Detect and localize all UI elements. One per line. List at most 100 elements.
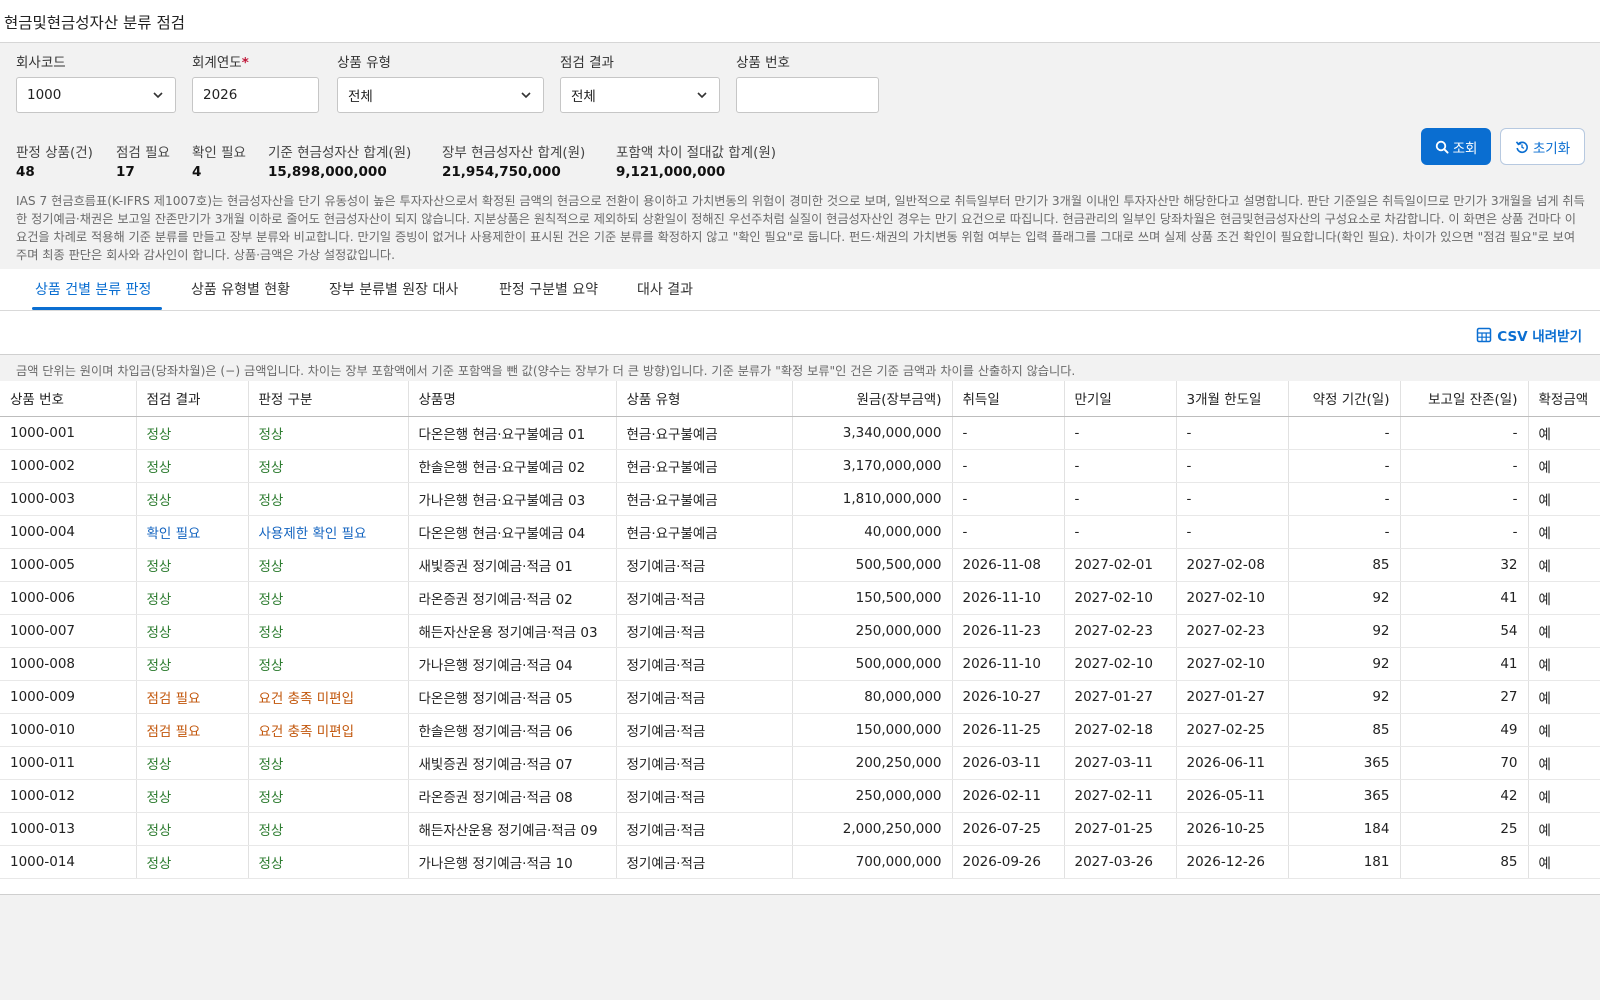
table-row[interactable]: 1000-013 정상 정상 해든자산운용 정기예금·적금 09 정기예금·적금 2,00…	[0, 812, 1600, 846]
tab-judgement-summary[interactable]: 판정 구분별 요약	[499, 279, 598, 299]
remaining-days-cell: -	[1400, 416, 1529, 450]
principal-cell: 250,000,000	[792, 779, 953, 813]
check-result-select[interactable]: 전체	[560, 77, 720, 113]
search-button[interactable]: 조회	[1421, 128, 1491, 165]
limit-date-cell: 2027-02-25	[1176, 713, 1289, 747]
fiscal-year-input[interactable]: 2026	[192, 77, 319, 113]
column-header[interactable]: 판정 구분	[248, 381, 409, 417]
chevron-down-icon	[153, 92, 163, 99]
grid-toolbar: CSV 내려받기	[0, 311, 1600, 355]
column-header[interactable]: 3개월 한도일	[1176, 381, 1289, 417]
column-header[interactable]: 상품 번호	[0, 381, 137, 417]
maturity-date-cell: 2027-02-10	[1064, 581, 1177, 615]
table-row[interactable]: 1000-010 점검 필요 요건 충족 미편입 한솔은행 정기예금·적금 06 정기예…	[0, 713, 1600, 747]
required-mark: *	[241, 55, 249, 71]
fixed-amount-cell: 예	[1528, 779, 1600, 813]
remaining-days-cell: -	[1400, 449, 1529, 483]
principal-cell: 40,000,000	[792, 515, 953, 549]
limit-date-cell: 2026-12-26	[1176, 845, 1289, 879]
fixed-amount-cell: 예	[1528, 548, 1600, 582]
term-days-cell: 181	[1288, 845, 1401, 879]
limit-date-cell: 2026-05-11	[1176, 779, 1289, 813]
acquisition-date-cell: 2026-09-26	[952, 845, 1065, 879]
table-row[interactable]: 1000-003 정상 정상 가나은행 현금·요구불예금 03 현금·요구불예금 1,81…	[0, 482, 1600, 516]
column-header[interactable]: 상품 유형	[616, 381, 793, 417]
table-row[interactable]: 1000-001 정상 정상 다온은행 현금·요구불예금 01 현금·요구불예금 3,34…	[0, 416, 1600, 450]
column-header[interactable]: 만기일	[1064, 381, 1177, 417]
classification-table: 상품 번호 점검 결과 판정 구분 상품명 상품 유형 원금(장부금액) 취득일…	[0, 381, 1600, 879]
principal-cell: 700,000,000	[792, 845, 953, 879]
product-type-select[interactable]: 전체	[337, 77, 544, 113]
remaining-days-cell: -	[1400, 515, 1529, 549]
column-header[interactable]: 보고일 잔존(일)	[1400, 381, 1529, 417]
remaining-days-cell: 70	[1400, 746, 1529, 780]
principal-cell: 150,000,000	[792, 713, 953, 747]
fixed-amount-cell: 예	[1528, 647, 1600, 681]
judgement-cell: 요건 충족 미편입	[248, 680, 409, 714]
reset-button-label: 초기화	[1532, 140, 1571, 157]
limit-date-cell: 2027-02-10	[1176, 647, 1289, 681]
table-row[interactable]: 1000-006 정상 정상 라온증권 정기예금·적금 02 정기예금·적금 150,50…	[0, 581, 1600, 615]
remaining-days-cell: 85	[1400, 845, 1529, 879]
kpi-value: 9,121,000,000	[616, 164, 726, 180]
product-name-cell: 새빛증권 정기예금·적금 01	[408, 548, 617, 582]
fixed-amount-cell: 예	[1528, 449, 1600, 483]
table-row[interactable]: 1000-011 정상 정상 새빛증권 정기예금·적금 07 정기예금·적금 200,25…	[0, 746, 1600, 780]
table-row[interactable]: 1000-009 점검 필요 요건 충족 미편입 다온은행 정기예금·적금 05 정기예…	[0, 680, 1600, 714]
table-row[interactable]: 1000-004 확인 필요 사용제한 확인 필요 다온은행 현금·요구불예금 04 현…	[0, 515, 1600, 549]
tab-type-status[interactable]: 상품 유형별 현황	[191, 279, 290, 299]
kpi-label: 포함액 차이 절대값 합계(원)	[616, 145, 777, 161]
term-days-cell: 365	[1288, 779, 1401, 813]
table-row[interactable]: 1000-012 정상 정상 라온증권 정기예금·적금 08 정기예금·적금 250,00…	[0, 779, 1600, 813]
principal-cell: 1,810,000,000	[792, 482, 953, 516]
column-header[interactable]: 취득일	[952, 381, 1065, 417]
product-no-cell: 1000-010	[0, 713, 137, 747]
term-days-cell: -	[1288, 482, 1401, 516]
table-row[interactable]: 1000-002 정상 정상 한솔은행 현금·요구불예금 02 현금·요구불예금 3,17…	[0, 449, 1600, 483]
tab-reconciliation-result[interactable]: 대사 결과	[637, 279, 693, 299]
table-row[interactable]: 1000-005 정상 정상 새빛증권 정기예금·적금 01 정기예금·적금 500,50…	[0, 548, 1600, 582]
judgement-cell: 요건 충족 미편입	[248, 713, 409, 747]
product-name-cell: 해든자산운용 정기예금·적금 03	[408, 614, 617, 648]
table-row[interactable]: 1000-014 정상 정상 가나은행 정기예금·적금 10 정기예금·적금 700,00…	[0, 845, 1600, 879]
column-header[interactable]: 점검 결과	[136, 381, 249, 417]
table-row[interactable]: 1000-008 정상 정상 가나은행 정기예금·적금 04 정기예금·적금 500,00…	[0, 647, 1600, 681]
judgement-cell: 사용제한 확인 필요	[248, 515, 409, 549]
spreadsheet-icon	[1477, 327, 1492, 343]
column-header[interactable]: 원금(장부금액)	[792, 381, 953, 417]
maturity-date-cell: 2027-02-10	[1064, 647, 1177, 681]
term-days-cell: 85	[1288, 548, 1401, 582]
reset-button[interactable]: 초기화	[1500, 128, 1585, 165]
product-type-cell: 정기예금·적금	[616, 746, 793, 780]
column-header[interactable]: 약정 기간(일)	[1288, 381, 1401, 417]
reset-icon	[1515, 140, 1528, 153]
chevron-down-icon	[697, 92, 707, 99]
term-days-cell: 92	[1288, 614, 1401, 648]
product-no-input[interactable]	[736, 77, 879, 113]
company-code-select[interactable]: 1000	[16, 77, 176, 113]
check-result-cell: 정상	[136, 581, 249, 615]
table-row[interactable]: 1000-007 정상 정상 해든자산운용 정기예금·적금 03 정기예금·적금 250,…	[0, 614, 1600, 648]
active-tab-indicator	[32, 307, 162, 310]
maturity-date-cell: 2027-03-26	[1064, 845, 1177, 879]
standard-description: IAS 7 현금흐름표(K-IFRS 제1007호)는 현금성자산을 단기 유동…	[16, 194, 1585, 262]
check-result-cell: 정상	[136, 614, 249, 648]
product-name-cell: 다온은행 현금·요구불예금 04	[408, 515, 617, 549]
fixed-amount-cell: 예	[1528, 482, 1600, 516]
product-no-cell: 1000-005	[0, 548, 137, 582]
csv-download-button[interactable]: CSV 내려받기	[1476, 325, 1582, 345]
acquisition-date-cell: 2026-07-25	[952, 812, 1065, 846]
maturity-date-cell: 2027-01-25	[1064, 812, 1177, 846]
tab-ledger-reconciliation[interactable]: 장부 분류별 원장 대사	[329, 279, 458, 299]
maturity-date-cell: 2027-02-01	[1064, 548, 1177, 582]
check-result-cell: 점검 필요	[136, 680, 249, 714]
fixed-amount-cell: 예	[1528, 713, 1600, 747]
check-result-cell: 정상	[136, 746, 249, 780]
acquisition-date-cell: -	[952, 449, 1065, 483]
column-header[interactable]: 상품명	[408, 381, 617, 417]
judgement-cell: 정상	[248, 647, 409, 681]
maturity-date-cell: 2027-03-11	[1064, 746, 1177, 780]
check-result-cell: 점검 필요	[136, 713, 249, 747]
tab-item-classification[interactable]: 상품 건별 분류 판정	[35, 279, 151, 299]
column-header[interactable]: 확정금액	[1528, 381, 1600, 417]
